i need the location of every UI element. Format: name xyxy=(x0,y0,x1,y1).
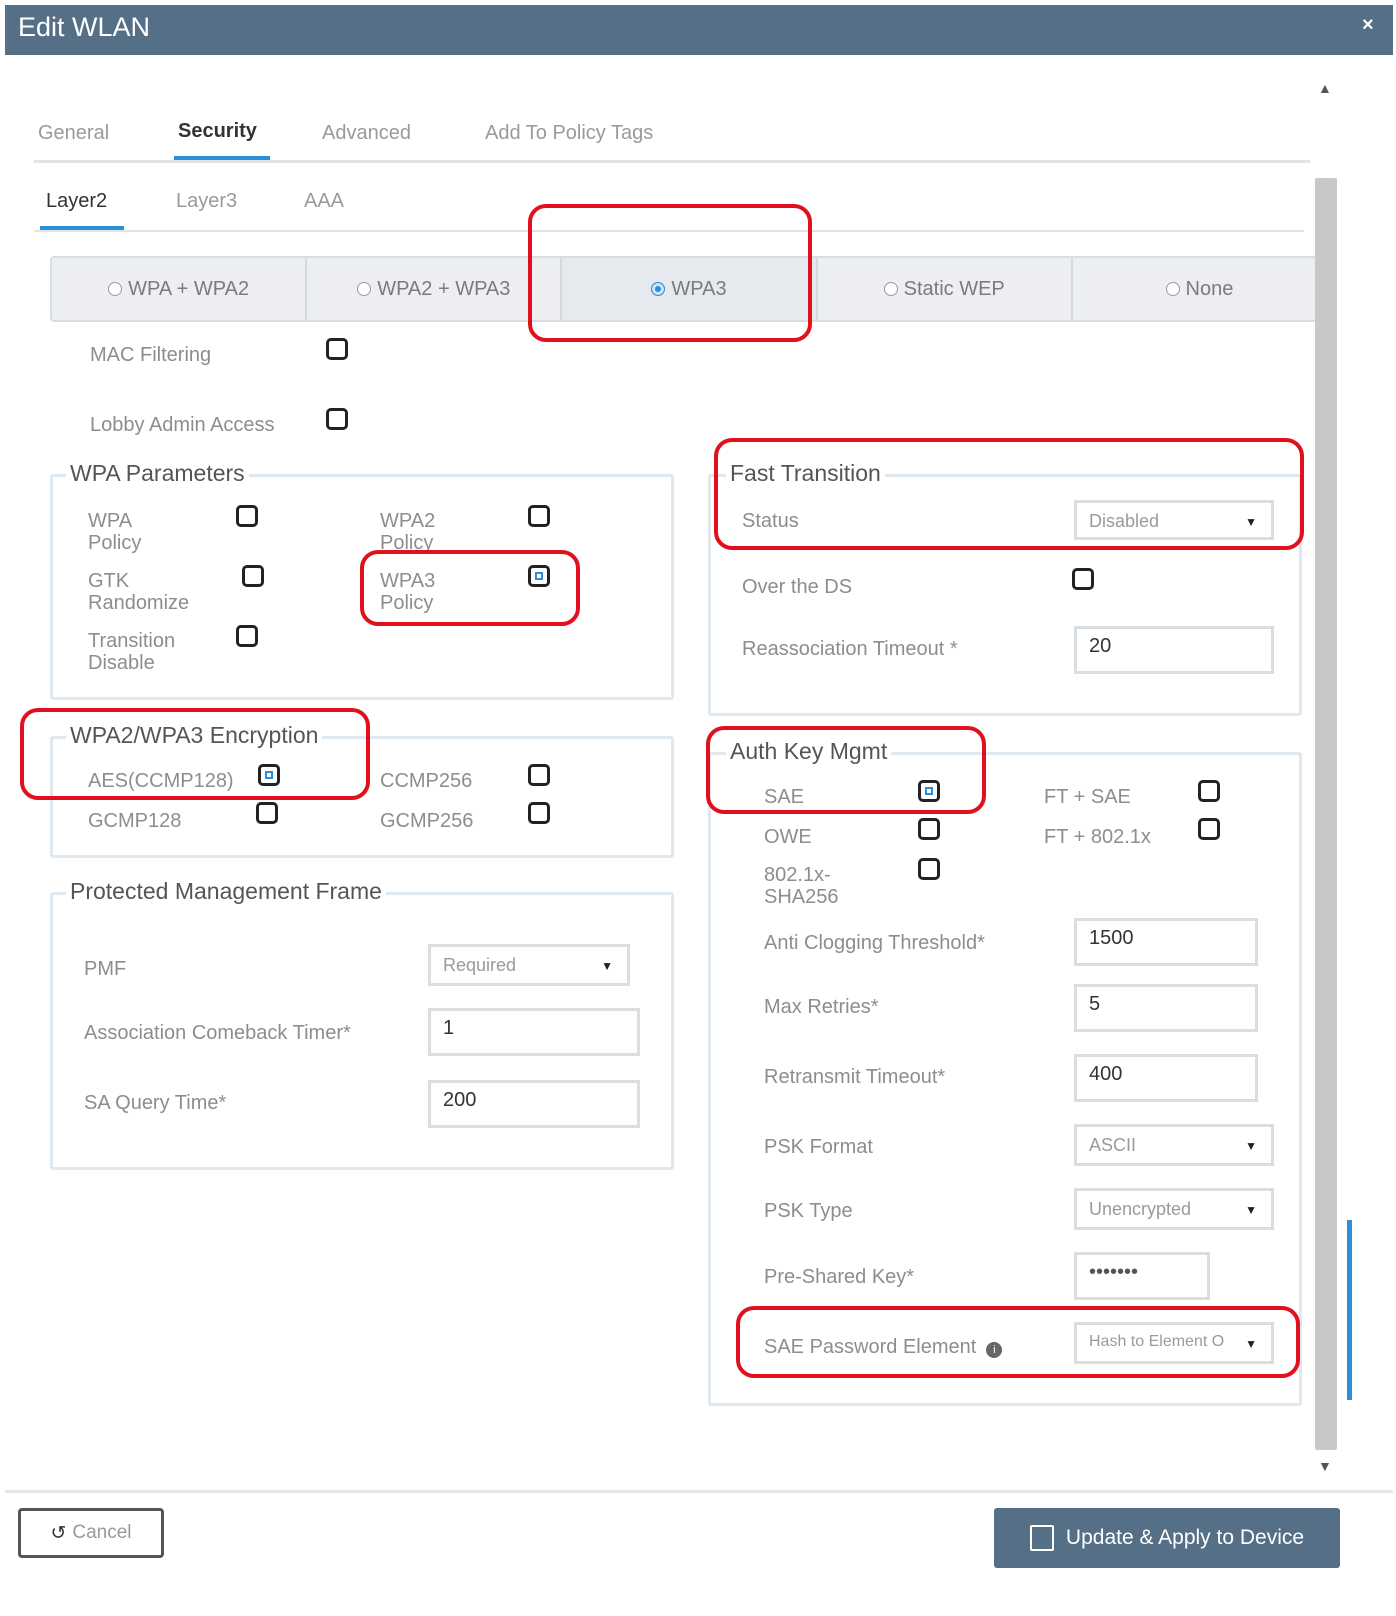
cancel-button[interactable]: ↺ Cancel xyxy=(18,1508,164,1558)
highlight-fast-transition xyxy=(714,438,1304,550)
radio-icon xyxy=(1165,282,1180,296)
gcmp128-checkbox[interactable] xyxy=(256,802,278,824)
transition-disable-checkbox[interactable] xyxy=(236,625,258,647)
tabs-divider xyxy=(34,160,1310,163)
wpa2-policy-label: WPA2 Policy xyxy=(380,510,436,554)
max-retries-input[interactable]: 5 xyxy=(1074,984,1258,1032)
lobby-admin-label: Lobby Admin Access xyxy=(90,414,275,436)
close-icon[interactable]: × xyxy=(1362,14,1374,37)
reassociation-timeout-input[interactable]: 20 xyxy=(1074,626,1274,674)
wpa-policy-checkbox[interactable] xyxy=(236,505,258,527)
scroll-up-arrow-icon[interactable]: ▲ xyxy=(1318,80,1332,96)
lobby-admin-checkbox[interactable] xyxy=(326,408,348,430)
mac-filtering-label: MAC Filtering xyxy=(90,344,212,366)
transition-disable-label: Transition Disable xyxy=(88,630,176,674)
gcmp256-label: GCMP256 xyxy=(380,810,474,832)
radio-icon xyxy=(357,282,372,296)
max-retries-label: Max Retries* xyxy=(764,996,879,1018)
highlight-wpa3-policy xyxy=(360,550,580,626)
retransmit-timeout-label: Retransmit Timeout* xyxy=(764,1066,946,1088)
scroll-down-arrow-icon[interactable]: ▼ xyxy=(1318,1458,1332,1474)
mode-wpa2-wpa3[interactable]: WPA2 + WPA3 xyxy=(307,258,563,320)
update-apply-button[interactable]: Update & Apply to Device xyxy=(994,1508,1340,1568)
pmf-label: PMF xyxy=(84,958,127,980)
tab-security[interactable]: Security xyxy=(178,120,257,143)
association-comeback-input[interactable]: 1 xyxy=(428,1008,640,1056)
subtab-layer2[interactable]: Layer2 xyxy=(46,190,107,213)
tab-advanced[interactable]: Advanced xyxy=(322,122,411,145)
mode-wpa-wpa2[interactable]: WPA + WPA2 xyxy=(52,258,308,320)
highlight-wpa3-mode xyxy=(528,204,812,342)
owe-label: OWE xyxy=(764,826,812,848)
reassociation-timeout-label: Reassociation Timeout * xyxy=(742,638,958,660)
save-icon xyxy=(1029,1525,1054,1551)
gtk-randomize-label: GTK Randomize xyxy=(88,570,190,614)
wpa-parameters-legend: WPA Parameters xyxy=(66,460,249,487)
gtk-randomize-checkbox[interactable] xyxy=(242,565,264,587)
psk-format-label: PSK Format xyxy=(764,1136,873,1158)
radio-icon xyxy=(108,282,123,296)
ccmp256-label: CCMP256 xyxy=(380,770,473,792)
mode-none[interactable]: None xyxy=(1073,258,1326,320)
subtab-layer3[interactable]: Layer3 xyxy=(176,190,237,213)
over-the-ds-checkbox[interactable] xyxy=(1072,568,1094,590)
ft-sae-checkbox[interactable] xyxy=(1198,780,1220,802)
scrollbar-thumb[interactable] xyxy=(1315,178,1337,1450)
mode-static-wep[interactable]: Static WEP xyxy=(818,258,1073,320)
wpa2-policy-checkbox[interactable] xyxy=(528,505,550,527)
psk-type-select[interactable]: Unencrypted ▼ xyxy=(1074,1188,1274,1230)
sa-query-label: SA Query Time* xyxy=(84,1092,227,1114)
ft-sae-label: FT + SAE xyxy=(1044,786,1131,808)
highlight-auth-key-mgmt xyxy=(706,726,986,814)
pre-shared-key-input[interactable]: ••••••• xyxy=(1074,1252,1210,1300)
ft-8021x-checkbox[interactable] xyxy=(1198,818,1220,840)
psk-format-select[interactable]: ASCII ▼ xyxy=(1074,1124,1274,1166)
radio-icon xyxy=(883,282,898,296)
tab-add-to-policy-tags[interactable]: Add To Policy Tags xyxy=(485,122,653,145)
gcmp128-label: GCMP128 xyxy=(88,810,182,832)
anti-clogging-label: Anti Clogging Threshold* xyxy=(764,932,985,954)
subtab-aaa[interactable]: AAA xyxy=(304,190,344,213)
gcmp256-checkbox[interactable] xyxy=(528,802,550,824)
dropdown-arrow-icon: ▼ xyxy=(1245,1203,1257,1217)
highlight-sae-password-element xyxy=(736,1306,1300,1378)
owe-checkbox[interactable] xyxy=(918,818,940,840)
sa-query-input[interactable]: 200 xyxy=(428,1080,640,1128)
dropdown-arrow-icon: ▼ xyxy=(1245,1139,1257,1153)
mac-filtering-checkbox[interactable] xyxy=(326,338,348,360)
footer-divider xyxy=(5,1490,1393,1493)
ft-8021x-label: FT + 802.1x xyxy=(1044,826,1151,848)
scroll-indicator xyxy=(1347,1220,1352,1400)
sha256-checkbox[interactable] xyxy=(918,858,940,880)
ccmp256-checkbox[interactable] xyxy=(528,764,550,786)
retransmit-timeout-input[interactable]: 400 xyxy=(1074,1054,1258,1102)
undo-icon: ↺ xyxy=(50,1522,67,1544)
highlight-encryption xyxy=(20,708,370,800)
dialog-title: Edit WLAN xyxy=(18,12,151,42)
pre-shared-key-label: Pre-Shared Key* xyxy=(764,1266,915,1288)
dropdown-arrow-icon: ▼ xyxy=(601,959,613,973)
pmf-legend: Protected Management Frame xyxy=(66,878,386,905)
association-comeback-label: Association Comeback Timer* xyxy=(84,1022,351,1044)
pmf-select[interactable]: Required ▼ xyxy=(428,944,630,986)
dialog-titlebar xyxy=(5,5,1393,55)
wpa-policy-label: WPA Policy xyxy=(88,510,142,554)
tab-general[interactable]: General xyxy=(38,122,109,145)
sha256-label: 802.1x- SHA256 xyxy=(764,864,839,908)
anti-clogging-input[interactable]: 1500 xyxy=(1074,918,1258,966)
psk-type-label: PSK Type xyxy=(764,1200,853,1222)
over-the-ds-label: Over the DS xyxy=(742,576,853,598)
